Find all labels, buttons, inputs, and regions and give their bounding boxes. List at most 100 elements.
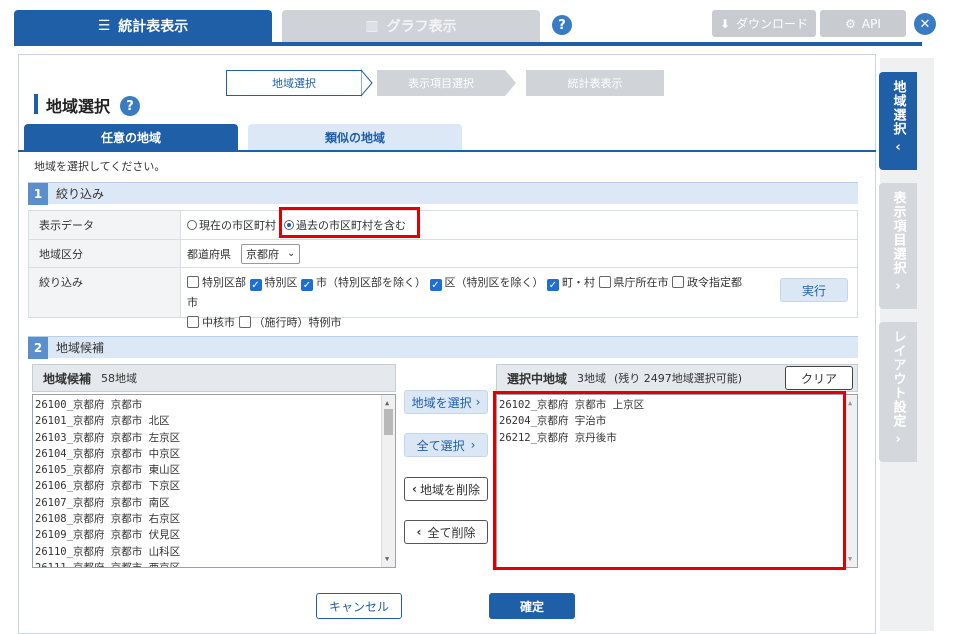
candidates-list[interactable]: 26100_京都府 京都市 26101_京都府 京都市 北区 26103_京都府… — [32, 394, 396, 568]
candidates-panel: 地域候補 58地域 26100_京都府 京都市 26101_京都府 京都市 北区… — [32, 364, 396, 568]
list-icon: ☰ — [97, 18, 111, 34]
run-button-label: 実行 — [801, 283, 826, 298]
side-tab-region[interactable]: 地域選択 ‹ — [879, 72, 917, 170]
cancel-button-label: キャンセル — [328, 599, 389, 614]
side-tab-items[interactable]: 表示項目選択 › — [879, 183, 917, 309]
list-item[interactable]: 26101_京都府 京都市 北区 — [35, 413, 393, 429]
check-ward[interactable]: ✓ 区（特別区を除く） — [429, 276, 544, 291]
radio-icon — [187, 220, 197, 230]
check-label: 町・村 — [562, 276, 595, 289]
tab-graph-view[interactable]: ▥ グラフ表示 — [282, 10, 540, 42]
subtab-underline — [18, 150, 876, 152]
step-items-label: 表示項目選択 — [408, 77, 474, 90]
selected-title: 選択中地域 — [507, 371, 568, 386]
checkbox-icon — [187, 276, 199, 288]
checkmark-icon: ✓ — [301, 279, 313, 291]
list-item[interactable]: 26111_京都府 京都市 西京区 — [35, 560, 393, 567]
clear-button[interactable]: クリア — [785, 366, 853, 390]
side-tab-items-label: 表示項目選択 — [890, 191, 906, 275]
clear-button-label: クリア — [800, 371, 837, 386]
page-title: 地域選択 — [46, 97, 111, 116]
remove-region-button[interactable]: ‹ 地域を削除 — [404, 477, 488, 501]
remove-all-button[interactable]: ‹ 全て削除 — [404, 520, 488, 544]
check-label: 中核市 — [202, 316, 235, 329]
list-item[interactable]: 26109_京都府 京都市 伏見区 — [35, 527, 393, 543]
close-icon[interactable]: ✕ — [914, 13, 936, 35]
candidates-header: 地域候補 58地域 — [32, 364, 396, 392]
chevron-down-icon: ⌄ — [287, 248, 296, 259]
select-all-button[interactable]: 全て選択 › — [404, 433, 488, 457]
download-button[interactable]: ⬇ ダウンロード — [712, 10, 816, 37]
scrollbar[interactable]: ▲ ▼ — [845, 395, 857, 567]
help-icon[interactable]: ? — [120, 96, 140, 116]
remove-all-label: 全て削除 — [427, 525, 476, 540]
candidates-count: 58地域 — [101, 372, 138, 385]
check-prefectural-capital[interactable]: 県庁所在市 — [598, 276, 669, 289]
row-label: 地域区分 — [29, 240, 181, 267]
check-special-ward-area[interactable]: 特別区部 — [187, 276, 246, 289]
list-item[interactable]: 26100_京都府 京都市 — [35, 397, 393, 413]
bar-chart-icon: ▥ — [365, 18, 379, 34]
scroll-down-icon[interactable]: ▼ — [848, 551, 852, 567]
check-town-village[interactable]: ✓ 町・村 — [547, 276, 595, 291]
check-label: 県庁所在市 — [613, 276, 669, 289]
pref-select[interactable]: 京都府 ⌄ — [241, 243, 301, 264]
checkmark-icon: ✓ — [429, 279, 442, 291]
tab-similar-region[interactable]: 類似の地域 — [248, 124, 462, 150]
gear-icon: ⚙ — [845, 16, 856, 31]
check-label: 市（特別区部を除く） — [316, 276, 426, 289]
list-item[interactable]: 26106_京都府 京都市 下京区 — [35, 478, 393, 494]
api-label: API — [861, 16, 881, 31]
cancel-button[interactable]: キャンセル — [316, 593, 402, 619]
radio-label: 現在の市区町村 — [199, 219, 276, 232]
selected-count: 3地域 — [577, 372, 607, 385]
run-button[interactable]: 実行 — [780, 278, 848, 302]
scroll-up-icon[interactable]: ▲ — [385, 395, 389, 411]
list-item[interactable]: 26108_京都府 京都市 右京区 — [35, 511, 393, 527]
row-label: 表示データ — [29, 211, 181, 239]
select-region-label: 地域を選択 — [411, 395, 472, 410]
scroll-down-icon[interactable]: ▼ — [385, 551, 389, 567]
download-label: ダウンロード — [736, 17, 809, 31]
checkbox-icon — [598, 276, 611, 288]
chevron-left-icon: ‹ — [412, 482, 417, 496]
scrollbar[interactable]: ▲ ▼ — [381, 395, 395, 567]
check-core-city[interactable]: 中核市 — [187, 316, 235, 329]
select-all-label: 全て選択 — [416, 438, 465, 453]
step-region-label: 地域選択 — [272, 77, 316, 90]
row-label: 絞り込み — [29, 268, 181, 317]
step-arrow-icon — [505, 70, 516, 96]
tab-any-region[interactable]: 任意の地域 — [24, 124, 238, 150]
title-bar-accent — [34, 94, 38, 114]
chevron-right-icon: › — [470, 438, 476, 452]
help-icon[interactable]: ? — [552, 15, 572, 35]
scrollbar-thumb[interactable] — [384, 409, 393, 435]
chevron-right-icon: › — [475, 395, 481, 409]
section-candidates-header: 2 地域候補 — [28, 336, 858, 359]
list-item[interactable]: 26104_京都府 京都市 中京区 — [35, 446, 393, 462]
api-button[interactable]: ⚙ API — [820, 10, 906, 37]
step-arrow-icon — [361, 69, 373, 97]
check-city[interactable]: ✓ 市（特別区部を除く） — [301, 276, 426, 291]
list-item[interactable]: 26110_京都府 京都市 山科区 — [35, 544, 393, 560]
list-item[interactable]: 26103_京都府 京都市 左京区 — [35, 430, 393, 446]
list-item[interactable]: 26107_京都府 京都市 南区 — [35, 495, 393, 511]
check-special-ward[interactable]: ✓ 特別区 — [249, 276, 298, 291]
tab-graph-view-label: グラフ表示 — [386, 19, 457, 35]
checkmark-icon: ✓ — [249, 279, 262, 291]
select-region-button[interactable]: 地域を選択 › — [404, 390, 488, 414]
scroll-up-icon[interactable]: ▲ — [848, 395, 852, 411]
radio-current[interactable]: 現在の市区町村 — [187, 217, 276, 233]
tab-table-view[interactable]: ☰ 統計表表示 — [14, 10, 272, 42]
check-special-city[interactable]: （施行時）特例市 — [238, 316, 342, 329]
confirm-button[interactable]: 確定 — [489, 593, 575, 619]
list-item[interactable]: 26105_京都府 京都市 東山区 — [35, 462, 393, 478]
candidates-title: 地域候補 — [43, 371, 92, 386]
chevron-right-icon: › — [895, 432, 901, 447]
side-tab-layout-label: レイアウト設定 — [890, 330, 906, 428]
chevron-left-icon: ‹ — [416, 525, 422, 539]
side-tab-layout[interactable]: レイアウト設定 › — [879, 322, 917, 462]
pref-label: 都道府県 — [187, 247, 231, 261]
checkbox-icon — [238, 316, 251, 328]
step-items: 表示項目選択 — [377, 70, 505, 96]
